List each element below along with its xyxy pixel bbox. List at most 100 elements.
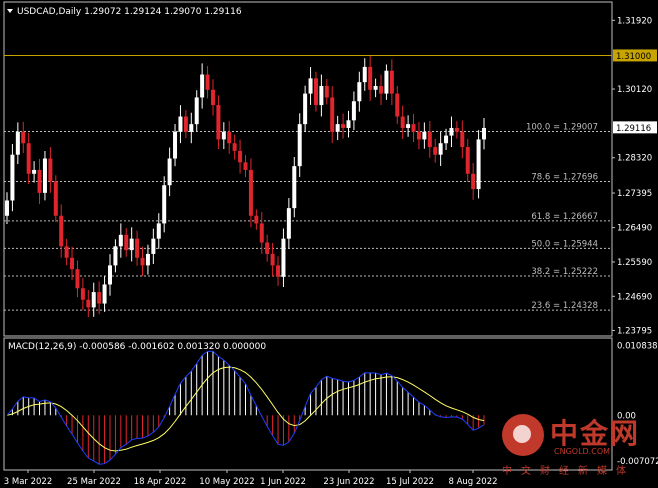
candle-body (135, 238, 140, 258)
candle-body (194, 97, 199, 125)
candle-body (129, 238, 134, 251)
candle-body (173, 131, 178, 159)
candle-body (32, 169, 37, 174)
candle-body (384, 70, 389, 94)
candle-body (53, 181, 58, 216)
candle-body (97, 292, 102, 304)
candle-body (145, 253, 150, 266)
candle-body (124, 234, 129, 251)
candle-body (482, 127, 486, 140)
price-tick-label: 1.27395 (617, 189, 652, 199)
candle-body (297, 124, 302, 167)
candle-body (389, 70, 394, 94)
candle-body (433, 147, 438, 155)
candle-body (406, 124, 411, 128)
candle-body (48, 158, 53, 182)
candle-body (162, 185, 167, 224)
candle-body (227, 131, 232, 144)
fib-label: 78.6 = 1.27696 (531, 173, 598, 183)
candle-body (113, 246, 118, 266)
price-pane-frame (3, 1, 613, 337)
candle-body (276, 265, 281, 277)
candle-body (5, 200, 9, 216)
candle-body (341, 124, 346, 128)
candle-body (444, 135, 449, 144)
price-tick-label: 1.28320 (617, 154, 652, 164)
candle-body (476, 139, 481, 190)
candle-body (368, 66, 373, 90)
candle-body (37, 169, 42, 193)
candle-body (454, 127, 459, 132)
candle-body (308, 78, 313, 94)
candle-body (265, 242, 270, 254)
fib-label: 100.0 = 1.29007 (526, 123, 598, 133)
candle-body (232, 143, 237, 151)
candle-body (422, 131, 427, 140)
candle-body (10, 154, 15, 201)
candle-body (248, 169, 253, 216)
candle-body (59, 215, 64, 247)
fib-label: 23.6 = 1.24328 (531, 301, 598, 311)
watermark-sub: 中文财经新媒体 (502, 466, 635, 477)
candle-body (324, 85, 329, 98)
candle-body (362, 66, 367, 83)
candle-body (107, 265, 112, 285)
candle-body (465, 147, 470, 174)
candle-body (373, 85, 378, 90)
fib-label: 38.2 = 1.25222 (531, 267, 598, 277)
price-tick-label: 1.26490 (617, 224, 652, 234)
macd-header: MACD(12,26,9) -0.000586 -0.001602 0.0013… (8, 342, 266, 352)
x-tick-label: 18 Apr 2022 (134, 477, 187, 487)
candle-body (449, 127, 454, 136)
alert-price-label: 1.31000 (616, 52, 651, 62)
candle-body (140, 257, 145, 266)
candle-body (400, 116, 405, 128)
candle-body (243, 162, 248, 170)
candle-body (216, 105, 221, 140)
candle-body (42, 158, 47, 193)
candle-body (86, 299, 91, 308)
candle-body (471, 173, 476, 190)
candle-body (151, 238, 156, 254)
candle-body (102, 284, 107, 304)
cngold-watermark: 中金网 CNGOLD.COM 中文财经新媒体 (498, 408, 658, 482)
candle-body (270, 253, 275, 266)
candle-body (26, 143, 31, 174)
candle-body (319, 85, 324, 106)
candle-body (379, 85, 384, 94)
candle-body (281, 238, 286, 277)
candle-body (330, 97, 335, 132)
cngold-logo-icon (502, 414, 544, 456)
candle-body (189, 124, 194, 132)
candle-body (205, 74, 210, 90)
x-tick-label: 10 May 2022 (199, 477, 254, 487)
x-tick-label: 25 Mar 2022 (67, 477, 121, 487)
candle-body (75, 269, 80, 289)
price-tick-label: 1.24690 (617, 292, 652, 302)
candle-body (254, 215, 259, 224)
x-tick-label: 1 Jun 2022 (260, 477, 306, 487)
fib-label: 61.8 = 1.26667 (531, 212, 598, 222)
candle-body (460, 131, 465, 148)
candle-body (313, 78, 318, 106)
candle-body (286, 208, 291, 239)
candle-body (416, 131, 421, 140)
price-tick-label: 1.31920 (617, 16, 652, 26)
candle-body (183, 116, 188, 132)
x-tick-label: 3 Mar 2022 (4, 477, 52, 487)
candle-body (91, 292, 96, 308)
candle-body (70, 257, 75, 270)
candle-body (221, 131, 226, 140)
watermark-en: CNGOLD.COM (554, 447, 611, 456)
candle-body (259, 223, 264, 243)
macd-tick-label: 0.010838 (617, 341, 658, 351)
candle-body (292, 166, 297, 209)
candle-body (64, 246, 69, 258)
candle-body (395, 93, 400, 117)
candle-body (210, 89, 215, 106)
x-tick-label: 23 Jun 2022 (323, 477, 374, 487)
price-tick-label: 1.23795 (617, 326, 652, 336)
price-header: USDCAD,Daily 1.29072 1.29124 1.29070 1.2… (17, 7, 242, 17)
candle-body (427, 131, 432, 148)
watermark-cn: 中金网 (550, 417, 641, 450)
